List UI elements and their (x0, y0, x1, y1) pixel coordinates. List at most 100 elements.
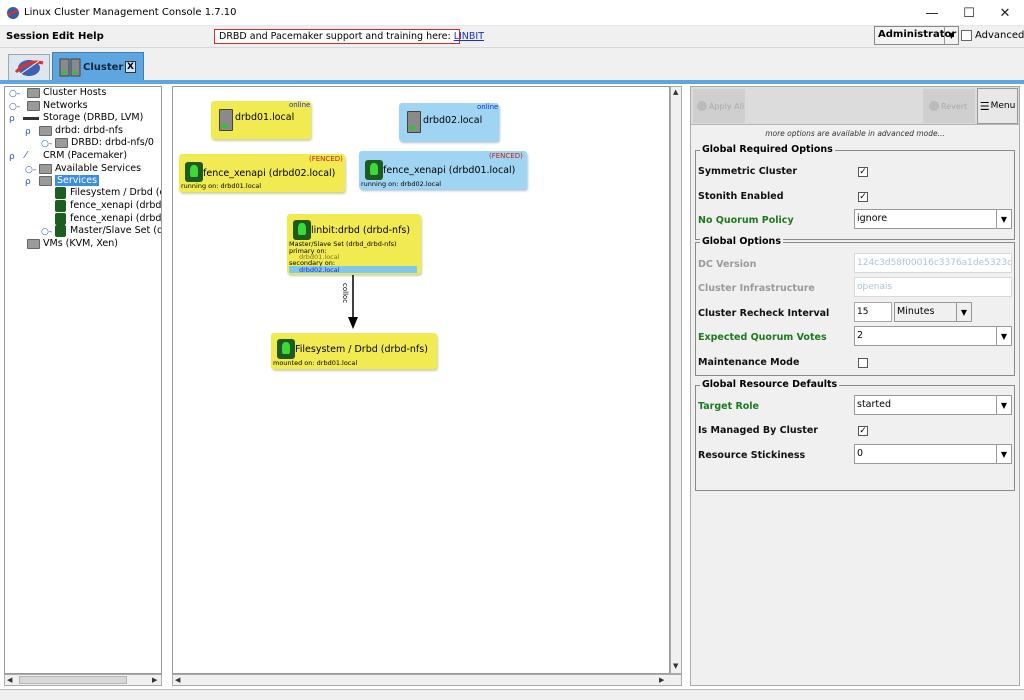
cluster-graph: drbd01.local online drbd02.local online … (172, 86, 670, 674)
menu-session[interactable]: Session (6, 31, 49, 42)
cluster-infrastructure-label: Cluster Infrastructure (698, 283, 815, 294)
tab-bar: Cluster 1 X (0, 48, 1024, 82)
tree-expand-icon: ○- (41, 227, 53, 237)
tab-cluster-1[interactable]: Cluster 1 X (52, 52, 144, 82)
tree-label: Cluster Hosts (43, 87, 107, 98)
tree-horizontal-scrollbar[interactable]: ◀ ▶ (4, 674, 162, 686)
tree-item-master-slave[interactable]: ○- Master/Slave Set (drb (41, 225, 161, 238)
host-node-drbd02[interactable]: drbd02.local online (399, 103, 499, 141)
close-window-button[interactable]: ✕ (986, 0, 1024, 26)
menu-help[interactable]: Help (78, 31, 104, 42)
recheck-interval-label: Cluster Recheck Interval (698, 308, 830, 319)
stonith-enabled-label: Stonith Enabled (698, 191, 784, 202)
host-status: online (289, 101, 311, 109)
tab-close-button[interactable]: X (125, 61, 136, 73)
service-node-fence-drbd02[interactable]: fence_xenapi (drbd02.local) (FENCED) run… (179, 154, 345, 192)
tree-expand-icon: ○- (41, 139, 53, 149)
advanced-checkbox[interactable] (961, 30, 972, 41)
folder-icon (55, 138, 68, 148)
tree-item-storage[interactable]: ρ Storage (DRBD, LVM) (9, 112, 159, 125)
recheck-interval-input[interactable]: 15 (854, 302, 892, 322)
is-managed-checkbox[interactable]: ✓ (858, 426, 868, 436)
scroll-up-icon[interactable]: ▲ (673, 88, 678, 96)
select-value: 0 (857, 448, 864, 459)
user-select[interactable]: Administrator ▼ (874, 26, 959, 45)
tree-item-filesystem[interactable]: Filesystem / Drbd (dr (41, 187, 162, 200)
service-name: fence_xenapi (drbd01.local) (383, 165, 516, 176)
maximize-button[interactable]: ☐ (950, 0, 988, 26)
support-banner: DRBD and Pacemaker support and training … (214, 29, 484, 44)
tree-collapse-icon: ρ (9, 114, 15, 124)
scroll-thumb[interactable] (19, 676, 127, 684)
maintenance-mode-checkbox[interactable] (858, 358, 868, 368)
options-toolbar: Apply All Revert ☰ Menu (691, 87, 1019, 125)
revert-label: Revert (941, 102, 968, 111)
host-node-drbd01[interactable]: drbd01.local online (211, 101, 311, 139)
tree-item-vms[interactable]: VMs (KVM, Xen) (9, 238, 159, 251)
dc-version-label: DC Version (698, 259, 757, 270)
status-bar (0, 689, 1024, 700)
fenced-flag: (FENCED) (489, 152, 523, 160)
tree-label: Filesystem / Drbd (dr (70, 187, 162, 198)
cluster-icon (59, 58, 81, 77)
storage-icon (23, 117, 39, 120)
service-running-on: running on: drbd02.local (361, 180, 442, 188)
group-title: Global Resource Defaults (700, 379, 840, 390)
field-value: 124c3d58f00016c3376a1de5323c (857, 258, 1012, 268)
service-node-fence-drbd01[interactable]: fence_xenapi (drbd01.local) (FENCED) run… (359, 151, 527, 189)
graph-horizontal-scrollbar[interactable]: ◀ ▶ (172, 674, 682, 686)
server-icon (407, 111, 421, 133)
group-global-options: Global Options DC Version 124c3d58f00016… (695, 236, 1015, 376)
menu-button[interactable]: ☰ Menu (977, 88, 1018, 124)
target-role-select[interactable]: started ▼ (854, 395, 1012, 415)
service-icon (55, 187, 66, 199)
expected-quorum-votes-select[interactable]: 2 ▼ (854, 326, 1012, 346)
revert-button[interactable]: Revert (923, 89, 975, 123)
recheck-unit-select[interactable]: Minutes ▼ (894, 302, 972, 322)
no-quorum-policy-select[interactable]: ignore ▼ (854, 209, 1012, 229)
tree-collapse-icon: ρ (25, 177, 31, 187)
app-logo-icon (7, 7, 19, 19)
tree-item-drbd-volume[interactable]: ○- DRBD: drbd-nfs/0 (41, 137, 159, 150)
symmetric-cluster-checkbox[interactable]: ✓ (858, 167, 868, 177)
scroll-down-icon[interactable]: ▼ (673, 662, 678, 670)
service-running-icon (365, 160, 383, 180)
service-node-filesystem[interactable]: Filesystem / Drbd (drbd-nfs) mounted on:… (271, 333, 437, 369)
tree-label: VMs (KVM, Xen) (43, 238, 118, 249)
advanced-mode-hint: more options are available in advanced m… (765, 129, 945, 138)
service-running-icon (277, 339, 295, 359)
minimize-button[interactable]: — (913, 0, 951, 26)
host-name: drbd02.local (423, 115, 483, 126)
folder-icon (27, 101, 40, 111)
stonith-enabled-checkbox[interactable]: ✓ (858, 192, 868, 202)
window-title: Linux Cluster Management Console 1.7.10 (24, 7, 237, 18)
select-value: 2 (857, 330, 864, 341)
scroll-left-icon[interactable]: ◀ (175, 676, 180, 684)
cluster-tree: ○- Cluster Hosts ○- Networks ρ Storage (… (4, 86, 162, 674)
tree-expand-icon: ○- (25, 165, 37, 175)
tree-label: Available Services (55, 163, 142, 174)
service-node-master-slave[interactable]: linbit:drbd (drbd-nfs) Master/Slave Set … (287, 214, 421, 274)
scroll-right-icon[interactable]: ▶ (659, 676, 664, 684)
resource-stickiness-label: Resource Stickiness (698, 450, 806, 461)
scroll-right-icon[interactable]: ▶ (152, 676, 157, 684)
scroll-left-icon[interactable]: ◀ (7, 676, 12, 684)
chevron-down-icon: ▼ (996, 396, 1011, 414)
tree-collapse-icon: ρ (9, 152, 15, 162)
linbit-link[interactable]: LINBIT (454, 31, 484, 42)
target-role-label: Target Role (698, 401, 759, 412)
tree-item-crm[interactable]: ρ ⁄ CRM (Pacemaker) (9, 150, 159, 163)
field-value: 15 (857, 307, 869, 317)
tree-item-fence-drbd01[interactable]: fence_xenapi (drbd01 (41, 200, 162, 213)
graph-vertical-scrollbar[interactable]: ▲ ▼ (670, 86, 682, 674)
chevron-down-icon: ▼ (996, 327, 1011, 345)
apply-all-button[interactable]: Apply All (693, 89, 745, 123)
no-quorum-policy-label: No Quorum Policy (698, 215, 794, 226)
service-name: Filesystem / Drbd (drbd-nfs) (295, 344, 428, 355)
tree-item-cluster-hosts[interactable]: ○- Cluster Hosts (9, 87, 159, 100)
menu-edit[interactable]: Edit (52, 31, 74, 42)
resource-stickiness-select[interactable]: 0 ▼ (854, 444, 1012, 464)
tab-home[interactable] (8, 54, 50, 80)
tree-expand-icon: ○- (9, 89, 21, 99)
tree-label: fence_xenapi (drbd01 (70, 200, 162, 211)
